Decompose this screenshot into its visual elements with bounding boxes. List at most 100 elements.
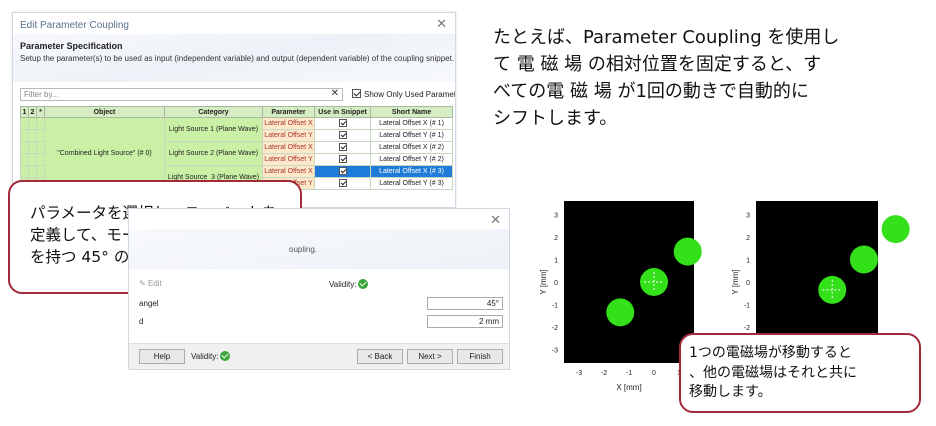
use-in-snippet-cell[interactable] — [314, 117, 371, 130]
row-index-cell — [28, 117, 37, 130]
param-row-angel: angel 45° — [137, 297, 503, 311]
callout-line: 、他の電磁場はそれと共に — [689, 364, 857, 381]
field-spot — [849, 245, 878, 274]
field-spot — [673, 237, 702, 266]
header-text: oupling. — [289, 245, 318, 254]
x-tick-label: 0 — [652, 370, 656, 377]
help-button[interactable]: Help — [139, 349, 185, 364]
short-name-cell: Lateral Offset X (# 3) — [370, 165, 453, 178]
param-value-input[interactable]: 2 mm — [427, 315, 503, 328]
use-in-snippet-cell[interactable] — [314, 153, 371, 166]
param-name: d — [139, 317, 144, 326]
param-name: angel — [139, 299, 159, 308]
footer-validity: Validity: — [191, 351, 231, 361]
field-spot — [606, 298, 635, 327]
short-name-cell: Lateral Offset X (# 1) — [370, 117, 453, 130]
table-header: 1 2 * Object Category Parameter Use in Snippet… — [20, 106, 453, 118]
validity-label: Validity: — [329, 280, 357, 289]
checkbox-checked-icon[interactable] — [352, 89, 361, 98]
section-title: Parameter Specification — [20, 41, 123, 51]
y-tick-label: 1 — [554, 258, 558, 265]
plot-area — [564, 201, 694, 363]
callout-line: 1つの電磁場が移動すると — [689, 345, 852, 361]
show-only-label: Show Only Used Parameters — [364, 90, 456, 99]
column-header[interactable]: 1 — [20, 106, 29, 118]
checkbox-checked-icon[interactable] — [338, 130, 347, 139]
column-header[interactable]: Short Name — [370, 106, 453, 118]
row-index-cell — [28, 153, 37, 166]
y-tick-label: 3 — [554, 213, 558, 220]
x-tick-label: -2 — [601, 370, 607, 377]
row-index-cell — [36, 117, 45, 130]
y-tick-label: -1 — [552, 303, 558, 310]
short-name-cell: Lateral Offset Y (# 1) — [370, 129, 453, 142]
row-index-cell — [36, 141, 45, 154]
row-index-cell — [20, 153, 29, 166]
table-row[interactable]: "Combined Light Source" (# 0) Light Sourc… — [20, 117, 453, 190]
column-header[interactable]: * — [36, 106, 45, 118]
y-axis-label: Y [mm] — [731, 269, 740, 294]
close-icon[interactable]: ✕ — [490, 212, 501, 228]
short-name-cell: Lateral Offset Y (# 2) — [370, 153, 453, 166]
finish-button[interactable]: Finish — [457, 349, 503, 364]
parameter-table: 1 2 * Object Category Parameter Use in Snippet… — [20, 106, 453, 190]
y-tick-label: -1 — [744, 303, 750, 310]
callout-line: 移動します。 — [689, 384, 772, 400]
back-button[interactable]: < Back — [357, 349, 403, 364]
validity-label: Validity: — [191, 352, 219, 361]
parameter-cell: Lateral Offset Y — [262, 129, 315, 142]
y-tick-label: -2 — [744, 325, 750, 332]
checkbox-checked-icon[interactable] — [338, 118, 347, 127]
clear-filter-icon[interactable]: ✕ — [331, 88, 339, 99]
y-tick-label: 3 — [746, 213, 750, 220]
y-tick-label: 2 — [554, 235, 558, 242]
edit-button[interactable]: ✎ Edit — [139, 279, 162, 288]
parameter-cell: Lateral Offset X — [262, 117, 315, 130]
checkbox-checked-icon[interactable] — [338, 178, 347, 187]
wizard-header: oupling. — [129, 229, 509, 269]
checkbox-checked-icon[interactable] — [338, 154, 347, 163]
column-header[interactable]: Category — [164, 106, 263, 118]
check-icon — [358, 279, 369, 289]
y-tick-label: -3 — [552, 348, 558, 355]
row-index-cell — [20, 117, 29, 130]
filter-input[interactable]: Filter by... ✕ — [20, 88, 343, 101]
row-index-cell — [28, 141, 37, 154]
y-tick-label: 0 — [746, 280, 750, 287]
dialog-header: Parameter Specification Setup the parame… — [13, 34, 455, 82]
row-index-cell — [28, 129, 37, 142]
column-header[interactable]: 2 — [28, 106, 37, 118]
use-in-snippet-cell[interactable] — [314, 165, 371, 178]
y-tick-label: -2 — [552, 325, 558, 332]
use-in-snippet-cell[interactable] — [314, 129, 371, 142]
description-text: たとえば、Parameter Coupling を使用し て 電 磁 場 の相対… — [493, 24, 923, 132]
filter-placeholder: Filter by... — [24, 90, 59, 99]
short-name-cell: Lateral Offset Y (# 3) — [370, 177, 453, 190]
wizard-footer: Help Validity: < Back Next > Finish — [129, 343, 509, 369]
column-header[interactable]: Use in Snippet — [314, 106, 371, 118]
parameter-cell: Lateral Offset X — [262, 165, 315, 178]
edit-parameter-coupling-dialog: Edit Parameter Coupling ✕ Parameter Spec… — [12, 12, 456, 208]
column-header[interactable]: Object — [44, 106, 165, 118]
row-index-cell — [20, 129, 29, 142]
use-in-snippet-cell[interactable] — [314, 141, 371, 154]
row-index-cell — [20, 141, 29, 154]
checkbox-checked-icon[interactable] — [338, 166, 347, 175]
category-cell: Light Source 1 (Plane Wave) — [164, 117, 263, 142]
description-line: たとえば、Parameter Coupling を使用し — [493, 27, 840, 48]
edit-label: Edit — [147, 279, 162, 288]
check-icon — [220, 351, 231, 361]
close-icon[interactable]: ✕ — [436, 16, 447, 32]
show-only-used-checkbox[interactable]: Show Only Used Parameters — [352, 89, 456, 99]
x-tick-label: -3 — [576, 370, 582, 377]
param-row-d: d 2 mm — [137, 315, 503, 329]
param-value-input[interactable]: 45° — [427, 297, 503, 310]
column-header[interactable]: Parameter — [262, 106, 315, 118]
short-name-cell: Lateral Offset X (# 2) — [370, 141, 453, 154]
y-tick-label: 2 — [746, 235, 750, 242]
checkbox-checked-icon[interactable] — [338, 142, 347, 151]
row-index-cell — [36, 153, 45, 166]
next-button[interactable]: Next > — [407, 349, 453, 364]
use-in-snippet-cell[interactable] — [314, 177, 371, 190]
y-axis-label: Y [mm] — [539, 269, 548, 294]
